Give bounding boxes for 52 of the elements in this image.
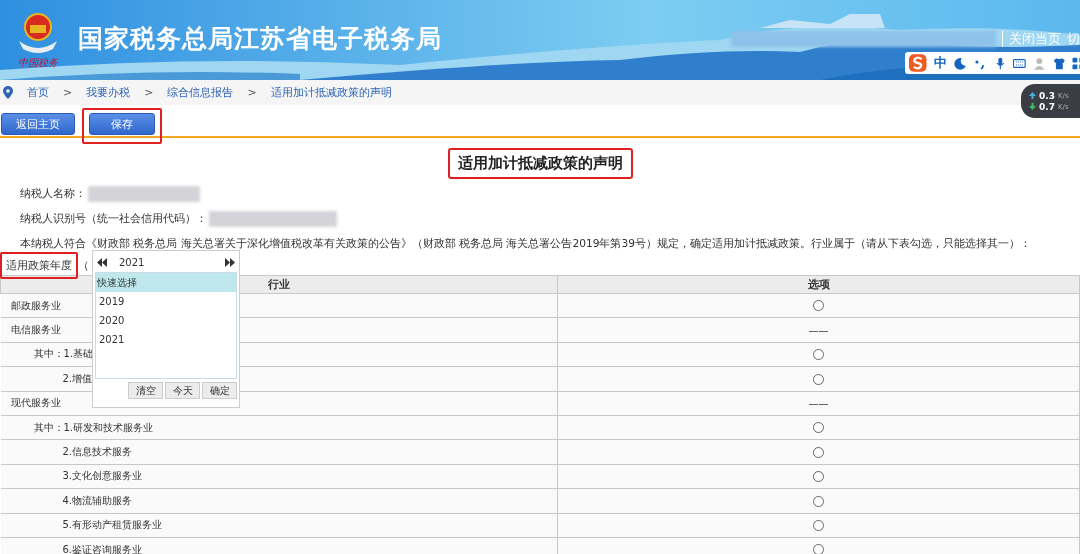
radio-button[interactable] (813, 544, 824, 554)
microphone-icon[interactable] (993, 56, 1007, 70)
radio-button[interactable] (813, 300, 824, 312)
field-label: 纳税人识别号（统一社会信用代码）： (20, 211, 207, 226)
speed-value: 0.7 (1039, 101, 1055, 112)
field-label: 纳税人名称： (20, 186, 86, 201)
speed-value: 0.3 (1039, 90, 1055, 101)
industry-cell: 2.信息技术服务 (0, 439, 558, 465)
picker-button[interactable]: 确定 (202, 382, 237, 399)
toolbar-button[interactable]: 返回主页 (1, 113, 75, 135)
radio-button[interactable] (813, 446, 824, 458)
radio-button[interactable] (813, 349, 824, 361)
breadcrumb-link[interactable]: 我要办税 (86, 85, 131, 100)
location-pin-icon (3, 86, 13, 99)
down-arrow-icon (1029, 103, 1036, 110)
form-title: 适用加计抵减政策的声明 (447, 148, 633, 179)
column-header: 选项 (557, 275, 1080, 294)
radio-button[interactable] (813, 373, 824, 385)
radio-button[interactable] (813, 519, 824, 531)
double-right-arrow-icon[interactable] (225, 258, 235, 267)
breadcrumb-link[interactable]: 综合信息报告 (167, 85, 234, 100)
dash: —— (808, 324, 829, 336)
declaration-text: 本纳税人符合《财政部 税务总局 海关总署关于深化增值税改革有关政策的公告》（财政部 税务总局 海关总署公告2019年第39号）规定，确定适用加计抵减政策。行业属于（请从下表勾选，只能选择其一）： (19, 236, 1032, 251)
industry-cell: 其中：1.研发和技术服务业 (0, 415, 558, 440)
up-arrow-icon (1029, 92, 1036, 99)
bracket: （ (78, 257, 89, 273)
input-method-logo-icon[interactable] (908, 53, 928, 73)
double-left-arrow-icon[interactable] (97, 258, 107, 267)
breadcrumb-link[interactable]: 适用加计抵减政策的声明 (270, 85, 392, 100)
picker-year: 2021 (119, 257, 146, 268)
keyboard-icon[interactable] (1013, 56, 1027, 70)
radio-button[interactable] (813, 495, 824, 507)
input-mode-toggle[interactable]: 中 (934, 54, 948, 72)
year-option[interactable]: 快速选择 (96, 273, 236, 292)
picker-button[interactable]: 清空 (128, 382, 163, 399)
moon-icon[interactable] (954, 56, 968, 70)
industry-cell: 4.物流辅助服务 (0, 488, 558, 513)
breadcrumb-separator: > (247, 86, 257, 99)
breadcrumb-link[interactable]: 首页 (27, 85, 49, 100)
breadcrumb-separator: > (63, 86, 73, 99)
dash: —— (808, 397, 829, 409)
industry-cell: 5.有形动产租赁服务业 (0, 513, 558, 538)
radio-button[interactable] (813, 422, 824, 434)
site-title: 国家税务总局江苏省电子税务局 (78, 22, 442, 55)
logo-caption: 中国税务 (18, 57, 58, 69)
picker-button[interactable]: 今天 (165, 382, 200, 399)
industry-cell: 3.文化创意服务业 (0, 464, 558, 489)
toolbar-button[interactable]: 保存 (89, 113, 155, 135)
shirt-icon[interactable] (1052, 56, 1066, 70)
year-label: 适用政策年度 (0, 251, 78, 279)
radio-button[interactable] (813, 471, 824, 483)
breadcrumb-separator: > (144, 86, 154, 99)
